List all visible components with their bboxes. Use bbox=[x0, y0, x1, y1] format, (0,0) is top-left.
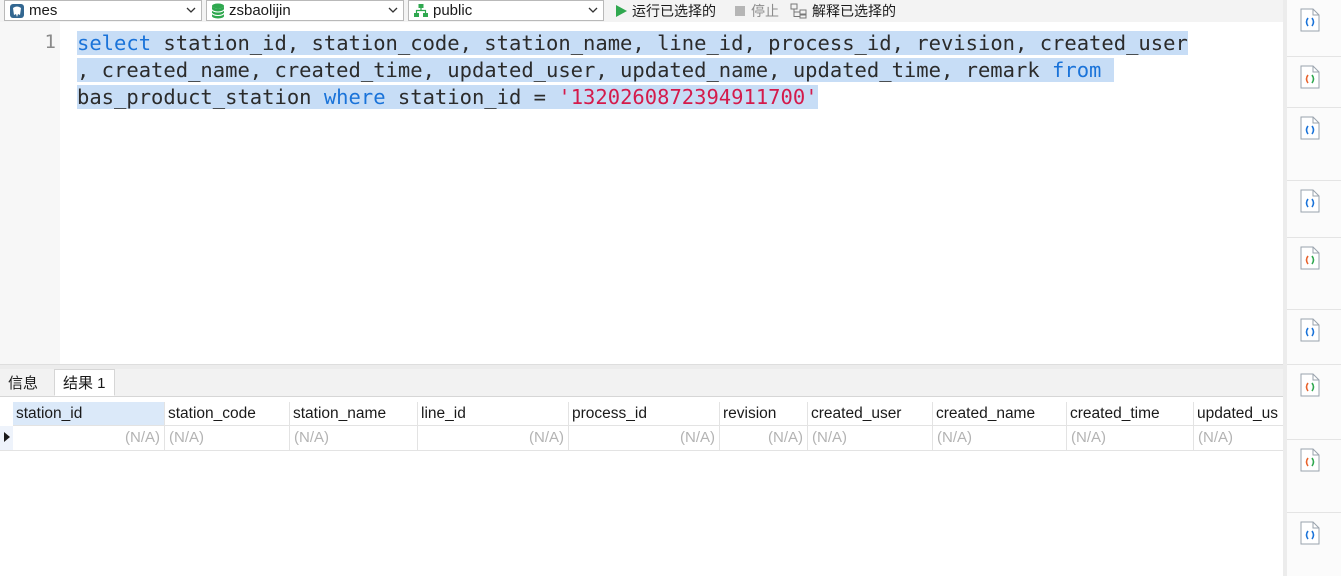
schema-icon bbox=[414, 3, 428, 17]
sql-code[interactable]: select station_id, station_code, station… bbox=[77, 30, 1277, 111]
run-selected-button[interactable]: 运行已选择的 bbox=[614, 0, 716, 21]
column-header[interactable]: station_name bbox=[290, 402, 418, 426]
grid-header: station_id station_code station_name lin… bbox=[0, 402, 1283, 426]
table-cell[interactable]: (N/A) bbox=[569, 426, 720, 450]
table-cell[interactable]: (N/A) bbox=[165, 426, 290, 450]
column-header[interactable]: created_user bbox=[808, 402, 933, 426]
schema-label: public bbox=[433, 2, 473, 19]
current-row-arrow-icon bbox=[4, 432, 10, 442]
sql-text: , created_name, created_time, updated_us… bbox=[77, 58, 1053, 82]
postgresql-elephant-icon bbox=[10, 3, 24, 18]
chevron-down-icon bbox=[388, 7, 398, 13]
column-header[interactable]: station_code bbox=[165, 402, 290, 426]
snippet-blue-icon bbox=[1300, 8, 1320, 32]
column-header[interactable]: updated_us bbox=[1194, 402, 1283, 426]
snippet-item[interactable] bbox=[1287, 238, 1341, 310]
stop-button[interactable]: 停止 bbox=[733, 0, 779, 21]
table-row[interactable]: (N/A) (N/A) (N/A) (N/A) (N/A) (N/A) (N/A… bbox=[0, 426, 1283, 451]
table-cell[interactable]: (N/A) bbox=[290, 426, 418, 450]
toolbar: mes zsbaolijin public 运行已选择的 停止 解释已选择的 bbox=[0, 0, 1283, 22]
snippet-item[interactable] bbox=[1287, 365, 1341, 440]
selected-text-line-2: , created_name, created_time, updated_us… bbox=[77, 58, 1114, 82]
play-icon bbox=[616, 4, 627, 17]
chevron-down-icon bbox=[186, 7, 196, 13]
stop-label: 停止 bbox=[751, 2, 779, 19]
explain-icon bbox=[790, 3, 807, 18]
snippet-blue-icon bbox=[1300, 521, 1320, 545]
snippet-item[interactable] bbox=[1287, 310, 1341, 365]
selected-text-line-1: select station_id, station_code, station… bbox=[77, 31, 1188, 55]
column-header[interactable]: station_id bbox=[13, 402, 165, 426]
snippet-multicolor-icon bbox=[1300, 65, 1320, 89]
table-cell[interactable]: (N/A) bbox=[933, 426, 1067, 450]
table-cell[interactable]: (N/A) bbox=[1067, 426, 1194, 450]
sql-string-literal: '1320260872394911700' bbox=[558, 85, 818, 109]
line-number-gutter: 1 bbox=[0, 22, 60, 364]
result-grid[interactable]: station_id station_code station_name lin… bbox=[0, 400, 1283, 576]
sql-keyword: select bbox=[77, 31, 152, 55]
snippet-blue-icon bbox=[1300, 116, 1320, 140]
line-number: 1 bbox=[44, 31, 56, 53]
table-cell[interactable]: (N/A) bbox=[808, 426, 933, 450]
sql-keyword: from bbox=[1052, 58, 1102, 82]
snippet-blue-icon bbox=[1300, 318, 1320, 342]
tab-result-1-label: 结果 1 bbox=[63, 375, 106, 392]
snippet-multicolor-icon bbox=[1300, 246, 1320, 270]
sql-keyword: where bbox=[323, 85, 386, 109]
explain-selected-label: 解释已选择的 bbox=[812, 2, 896, 19]
snippet-item[interactable] bbox=[1287, 57, 1341, 108]
tab-result-1[interactable]: 结果 1 bbox=[54, 369, 115, 396]
row-indicator bbox=[0, 426, 13, 450]
snippet-panel bbox=[1287, 0, 1341, 576]
result-tabs: 信息 结果 1 bbox=[0, 369, 1283, 397]
table-cell[interactable]: (N/A) bbox=[720, 426, 808, 450]
column-header[interactable]: created_time bbox=[1067, 402, 1194, 426]
snippet-item[interactable] bbox=[1287, 181, 1341, 238]
explain-selected-button[interactable]: 解释已选择的 bbox=[790, 0, 896, 21]
tab-info[interactable]: 信息 bbox=[0, 369, 46, 396]
chevron-down-icon bbox=[588, 7, 598, 13]
sql-text: bas_product_station bbox=[77, 85, 324, 109]
schema-select[interactable]: public bbox=[408, 0, 604, 21]
table-cell[interactable]: (N/A) bbox=[13, 426, 165, 450]
run-selected-label: 运行已选择的 bbox=[632, 2, 716, 19]
snippet-item[interactable] bbox=[1287, 0, 1341, 57]
sql-text: station_id, station_code, station_name, … bbox=[151, 31, 1188, 55]
selected-text-line-3: bas_product_station where station_id = '… bbox=[77, 85, 818, 109]
sql-text: station_id = bbox=[385, 85, 559, 109]
stop-icon bbox=[735, 5, 745, 16]
snippet-multicolor-icon bbox=[1300, 448, 1320, 472]
database-label: zsbaolijin bbox=[229, 2, 291, 19]
column-header[interactable]: line_id bbox=[418, 402, 569, 426]
database-icon bbox=[211, 3, 225, 18]
column-header[interactable]: revision bbox=[720, 402, 808, 426]
table-cell[interactable]: (N/A) bbox=[418, 426, 569, 450]
column-header[interactable]: process_id bbox=[569, 402, 720, 426]
snippet-item[interactable] bbox=[1287, 108, 1341, 181]
column-header[interactable]: created_name bbox=[933, 402, 1067, 426]
snippet-blue-icon bbox=[1300, 189, 1320, 213]
tab-info-label: 信息 bbox=[8, 375, 39, 392]
snippet-item[interactable] bbox=[1287, 513, 1341, 576]
sql-editor[interactable]: 1 select station_id, station_code, stati… bbox=[0, 22, 1283, 364]
database-select[interactable]: zsbaolijin bbox=[206, 0, 404, 21]
table-cell[interactable]: (N/A) bbox=[1194, 426, 1283, 450]
snippet-item[interactable] bbox=[1287, 440, 1341, 513]
connection-label: mes bbox=[29, 2, 58, 19]
connection-select[interactable]: mes bbox=[4, 0, 202, 21]
snippet-multicolor-icon bbox=[1300, 373, 1320, 397]
